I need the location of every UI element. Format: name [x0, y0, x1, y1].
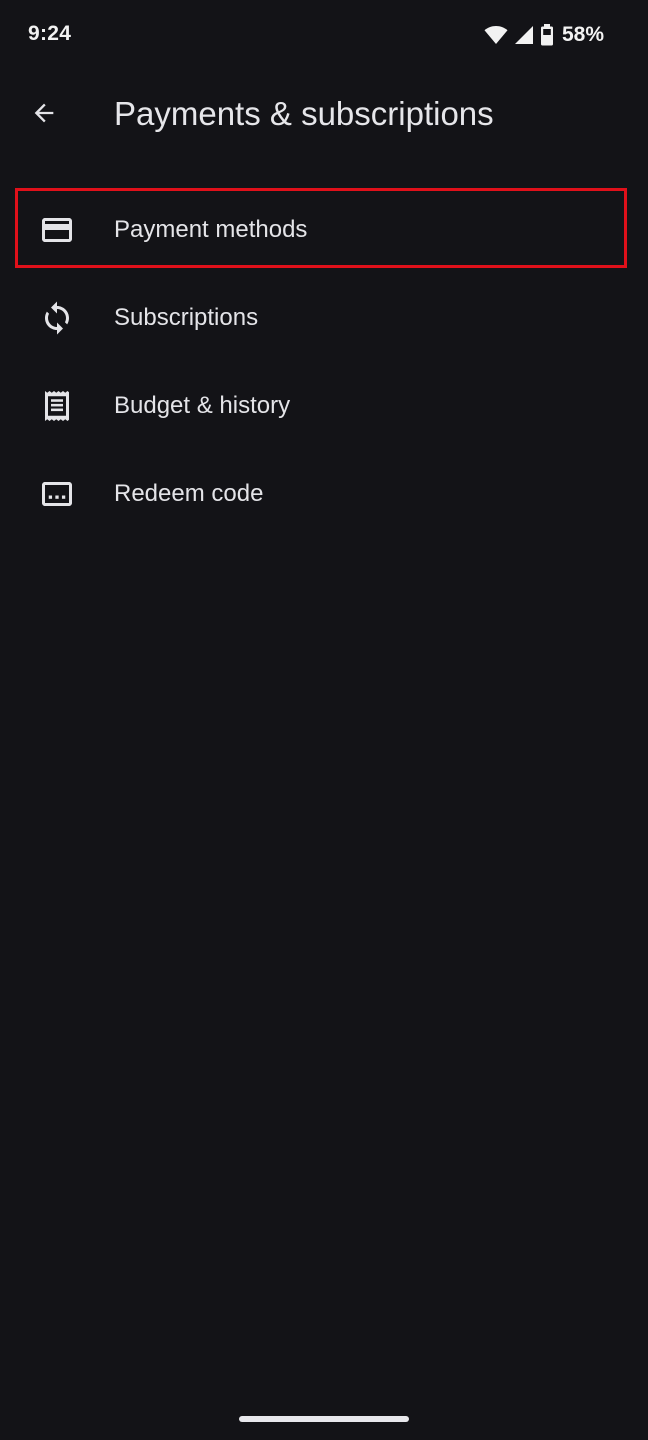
refresh-icon [37, 298, 77, 338]
highlight-box [15, 188, 627, 268]
menu-item-subscriptions[interactable]: Subscriptions [0, 274, 648, 362]
menu-item-label: Budget & history [114, 392, 291, 419]
battery-percent: 58% [561, 23, 604, 46]
arrow-back-icon [30, 99, 58, 132]
cell-signal-icon [514, 25, 534, 45]
menu-item-label: Subscriptions [114, 304, 259, 331]
app-bar: Payments & subscriptions [0, 70, 648, 160]
credit-card-icon [37, 210, 77, 250]
wifi-icon [484, 25, 508, 45]
menu-item-budget-history[interactable]: Budget & history [0, 362, 648, 450]
status-bar: 9:24 58% [0, 0, 648, 70]
screen: 9:24 58% Payments & subscriptions Paymen… [0, 0, 648, 1440]
page-title: Payments & subscriptions [114, 95, 494, 132]
gesture-nav-bar[interactable] [239, 1416, 409, 1422]
redeem-code-icon [37, 474, 77, 514]
receipt-icon [37, 386, 77, 426]
menu-item-label: Redeem code [114, 480, 264, 507]
status-icons: 58% [484, 22, 604, 48]
battery-icon [540, 24, 554, 46]
menu-item-payment-methods[interactable]: Payment methods [0, 186, 648, 274]
status-time: 9:24 [28, 22, 72, 45]
menu-item-redeem-code[interactable]: Redeem code [0, 450, 648, 538]
menu-item-label: Payment methods [114, 216, 308, 243]
back-button[interactable] [20, 91, 68, 139]
menu-list: Payment methods Subscriptions Budget & h… [0, 186, 648, 538]
